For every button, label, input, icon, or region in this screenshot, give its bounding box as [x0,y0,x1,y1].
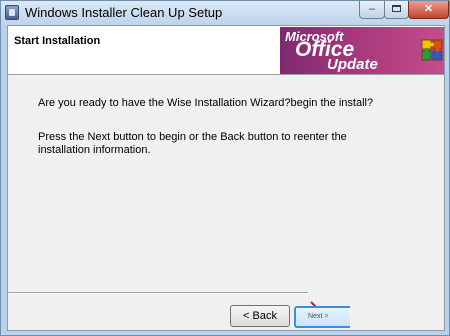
close-button[interactable]: ✕ [408,1,449,19]
dialog-client-area: Start Installation Microsoft Office Upda… [7,25,445,331]
minimize-button[interactable]: ‒ [359,1,385,19]
minimize-icon: ‒ [368,3,376,15]
office-update-banner: Microsoft Office Update [280,27,444,74]
banner-update-text: Update [327,56,378,73]
maximize-icon [392,5,401,12]
page-title: Start Installation [14,35,101,47]
installer-app-icon [5,5,19,20]
footer-divider [8,292,308,294]
title-bar[interactable]: Windows Installer Clean Up Setup ‒ ✕ [1,1,449,25]
next-button[interactable]: Next > [294,306,350,328]
back-button[interactable]: < Back [230,305,290,327]
ready-prompt-text: Are you ready to have the Wise Installat… [38,97,374,109]
close-icon: ✕ [423,3,434,15]
instructions-text: Press the Next button to begin or the Ba… [38,131,347,156]
office-puzzle-icon [421,39,443,61]
office-update-logo: Microsoft Office Update [285,29,405,73]
installer-window: Windows Installer Clean Up Setup ‒ ✕ Sta… [0,0,450,336]
maximize-button[interactable] [384,1,409,19]
window-title: Windows Installer Clean Up Setup [25,5,223,20]
header-band: Start Installation Microsoft Office Upda… [8,26,444,75]
